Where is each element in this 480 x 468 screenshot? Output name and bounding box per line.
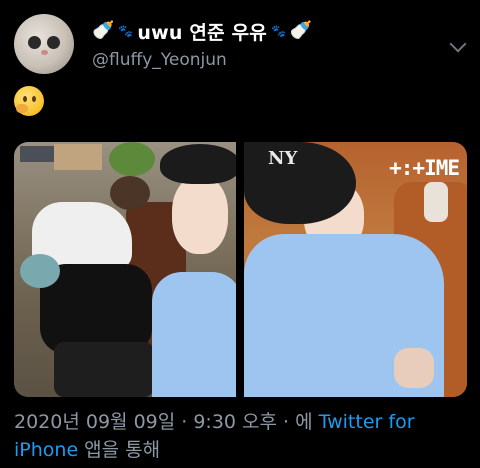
lamp <box>424 182 448 222</box>
emoji-hand <box>16 104 28 113</box>
author-name-row[interactable]: 🍼 🐾 uwu 연준 우유 🐾 🍼 <box>92 18 312 44</box>
baby-bottle-icon: 🍼 <box>92 20 115 41</box>
emoji-eye <box>23 96 27 102</box>
avatar[interactable] <box>14 14 74 74</box>
paw-prints-icon: 🐾 <box>118 24 134 38</box>
brand-text: +:+IME <box>389 156 460 180</box>
avatar-eye <box>28 36 41 49</box>
emoji-eye <box>32 96 36 102</box>
cap-logo: NY <box>268 148 298 169</box>
cap <box>160 144 236 184</box>
face <box>172 176 228 254</box>
display-name[interactable]: uwu 연준 우유 <box>137 18 267 45</box>
avatar-eye <box>47 36 60 49</box>
brand-watermark: +:+IME <box>389 156 460 180</box>
tweet-media[interactable]: NY +:+IME <box>14 142 467 397</box>
photo-1[interactable] <box>14 142 236 397</box>
thinking-face-icon <box>14 86 44 116</box>
tweet-meta: 2020년 09월 09일 · 9:30 오후 · 에 Twitter for … <box>14 408 466 464</box>
plant <box>109 142 155 176</box>
blue-shirt <box>152 272 236 397</box>
source-suffix: 앱을 통해 <box>78 439 161 461</box>
cap <box>244 142 356 224</box>
background-box <box>20 146 58 162</box>
background-box <box>54 144 102 170</box>
hair <box>20 254 60 288</box>
hair <box>110 176 150 210</box>
avatar-nose <box>41 50 48 55</box>
hand-phone <box>394 348 434 388</box>
timestamp[interactable]: 2020년 09월 09일 · 9:30 오후 · 에 <box>14 411 319 433</box>
chevron-down-icon[interactable] <box>449 35 467 53</box>
user-handle[interactable]: @fluffy_Yeonjun <box>92 50 227 70</box>
paw-prints-icon: 🐾 <box>270 24 286 38</box>
photo-2[interactable]: NY +:+IME <box>244 142 467 397</box>
baby-bottle-icon: 🍼 <box>289 20 313 41</box>
pants <box>54 342 154 397</box>
